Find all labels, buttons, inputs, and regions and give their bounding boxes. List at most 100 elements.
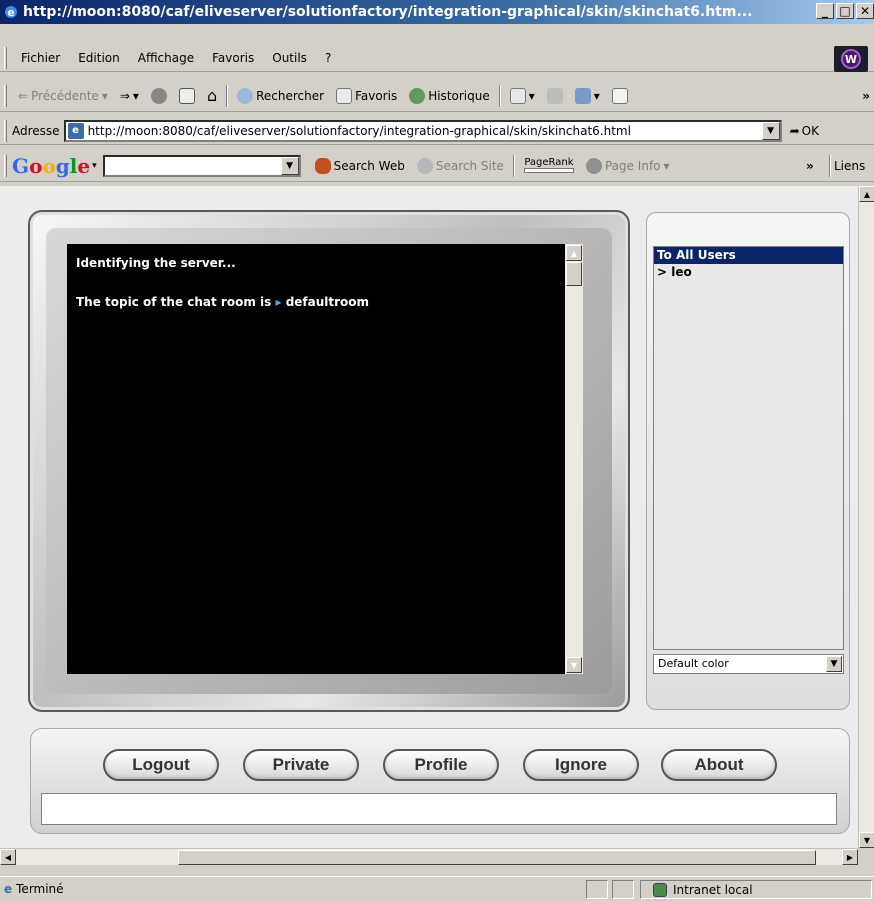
chevron-down-icon: ▾ — [528, 88, 535, 103]
svg-text:e: e — [7, 6, 14, 19]
scroll-down-icon[interactable]: ▼ — [566, 657, 582, 673]
logo-letter: W — [841, 49, 861, 69]
go-arrow-icon: ➦ — [789, 123, 800, 138]
user-item-all[interactable]: To All Users — [654, 247, 843, 264]
zone-label: Intranet local — [673, 882, 753, 897]
chevron-down-icon: ▼ — [830, 659, 838, 669]
minimize-button[interactable]: _ — [816, 3, 834, 19]
intranet-icon — [653, 882, 667, 897]
page-info-button[interactable]: Page Info ▾ — [580, 157, 676, 174]
topic-prefix: The topic of the chat room is — [76, 295, 272, 309]
about-button[interactable]: About — [661, 749, 777, 781]
status-text: Terminé — [16, 882, 64, 896]
favorites-button[interactable]: Favoris — [330, 87, 403, 104]
mail-button[interactable]: ▾ — [504, 87, 541, 104]
chevron-down-icon: ▾ — [663, 158, 670, 173]
status-bar: e Terminé Intranet local — [0, 876, 874, 901]
search-web-label: Search Web — [333, 158, 405, 173]
user-list[interactable]: To All Users > leo — [653, 246, 844, 650]
chevron-down-icon[interactable]: ▾ — [92, 161, 97, 171]
google-logo[interactable]: Google — [12, 154, 90, 178]
search-web-button[interactable]: Search Web — [309, 157, 411, 174]
page-vertical-scrollbar[interactable]: ▲ ▼ — [858, 186, 874, 848]
ignore-button[interactable]: Ignore — [523, 749, 639, 781]
refresh-button[interactable] — [173, 87, 201, 104]
binoculars-icon — [314, 157, 331, 174]
back-label: Précédente — [31, 88, 99, 103]
pagerank-label: PageRank — [524, 157, 574, 168]
print-button[interactable] — [541, 87, 569, 104]
logout-button[interactable]: Logout — [103, 749, 219, 781]
status-cell — [612, 880, 634, 899]
search-site-button[interactable]: Search Site — [411, 157, 510, 174]
menu-bar: Fichier Edition Affichage Favoris Outils… — [0, 44, 874, 72]
go-button[interactable]: ➦ OK — [790, 124, 819, 138]
status-cell — [586, 880, 608, 899]
menu-affichage[interactable]: Affichage — [129, 51, 203, 65]
scroll-right-icon[interactable]: ▶ — [842, 849, 858, 865]
google-toolbar: Google ▾ ▼ Search Web Search Site PageRa… — [0, 150, 874, 182]
scroll-left-icon[interactable]: ◀ — [0, 849, 16, 865]
history-label: Historique — [428, 88, 490, 103]
edit-button[interactable]: ▾ — [569, 87, 606, 104]
google-more-icon[interactable]: » — [806, 159, 814, 173]
private-button[interactable]: Private — [243, 749, 359, 781]
google-search-input[interactable]: ▼ — [102, 154, 301, 177]
menu-edition[interactable]: Edition — [69, 51, 129, 65]
maximize-button[interactable]: □ — [836, 3, 854, 19]
edit-icon — [574, 87, 591, 104]
chevron-down-icon: ▼ — [767, 125, 775, 136]
chat-log: Identifying the server... The topic of t… — [67, 244, 583, 674]
topic-name: defaultroom — [285, 295, 370, 309]
browser-logo: W — [834, 46, 868, 72]
scrollbar-corner — [858, 848, 874, 865]
scroll-up-icon[interactable]: ▲ — [566, 245, 582, 261]
chevron-down-icon: ▾ — [132, 88, 139, 103]
address-url: http://moon:8080/caf/eliveserver/solutio… — [87, 123, 631, 138]
scroll-down-icon[interactable]: ▼ — [859, 832, 874, 848]
address-bar: Adresse e http://moon:8080/caf/eliveserv… — [0, 117, 874, 145]
profile-button[interactable]: Profile — [383, 749, 499, 781]
stop-icon — [150, 87, 167, 104]
menu-help[interactable]: ? — [316, 51, 340, 65]
forward-arrow-icon: ⇒ — [119, 88, 130, 103]
google-search-dropdown[interactable]: ▼ — [280, 156, 299, 175]
chat-scrollbar[interactable]: ▲ ▼ — [565, 244, 583, 674]
menu-outils[interactable]: Outils — [263, 51, 316, 65]
address-dropdown-button[interactable]: ▼ — [761, 121, 780, 140]
favorites-icon — [336, 87, 353, 104]
message-input[interactable] — [41, 793, 837, 825]
history-button[interactable]: Historique — [403, 87, 496, 104]
toolbar-more-icon[interactable]: » — [862, 89, 870, 103]
print-icon — [546, 87, 563, 104]
standard-toolbar: ⇐ Précédente ▾ ⇒ ▾ ⌂ Rechercher Favoris … — [0, 80, 874, 112]
user-item-leo[interactable]: > leo — [654, 264, 843, 281]
scroll-thumb[interactable] — [178, 850, 816, 865]
links-label[interactable]: Liens — [834, 159, 865, 173]
color-select[interactable]: Default color ▼ — [653, 654, 844, 674]
title-bar: e http://moon:8080/caf/eliveserver/solut… — [0, 0, 874, 24]
home-button[interactable]: ⌂ — [201, 86, 223, 105]
action-bar: Logout Private Profile Ignore About — [30, 728, 850, 834]
forward-button[interactable]: ⇒ ▾ — [114, 89, 145, 103]
stop-button[interactable] — [145, 87, 173, 104]
scroll-up-icon[interactable]: ▲ — [859, 186, 874, 202]
menu-favoris[interactable]: Favoris — [203, 51, 263, 65]
chevron-down-icon: ▾ — [593, 88, 600, 103]
menu-fichier[interactable]: Fichier — [12, 51, 69, 65]
address-label: Adresse — [12, 123, 60, 138]
discuss-button[interactable] — [606, 87, 634, 104]
window-title: http://moon:8080/caf/eliveserver/solutio… — [23, 4, 753, 20]
color-dropdown-button[interactable]: ▼ — [826, 656, 842, 672]
topic-arrow-icon: ▸ — [275, 295, 282, 309]
back-button[interactable]: ⇐ Précédente ▾ — [12, 89, 114, 103]
address-input[interactable]: e http://moon:8080/caf/eliveserver/solut… — [63, 119, 782, 142]
search-button[interactable]: Rechercher — [231, 87, 330, 104]
page-content: Identifying the server... The topic of t… — [0, 186, 858, 848]
search-label: Rechercher — [256, 88, 325, 103]
page-horizontal-scrollbar[interactable]: ◀ ▶ — [0, 848, 858, 865]
scroll-thumb[interactable] — [566, 262, 582, 286]
pagerank-indicator: PageRank — [518, 158, 580, 173]
close-button[interactable]: ✕ — [856, 3, 874, 19]
search-icon — [237, 87, 254, 104]
